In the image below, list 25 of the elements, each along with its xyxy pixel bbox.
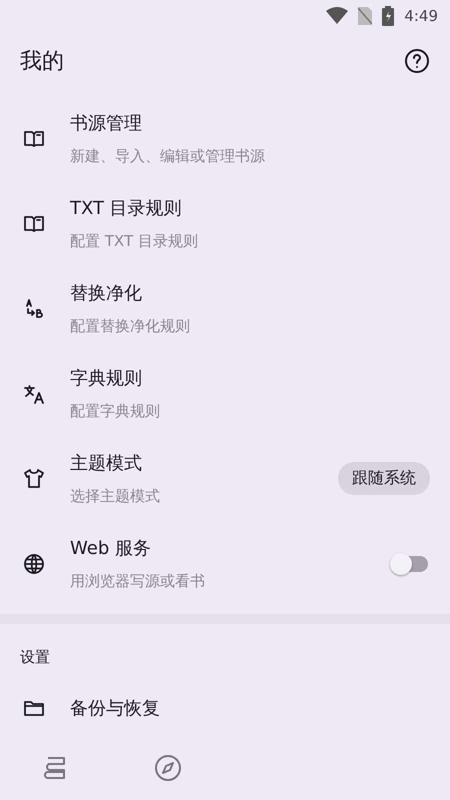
item-title[interactable]: 替换净化 xyxy=(70,281,430,305)
item-title[interactable]: 备份与恢复 xyxy=(70,696,430,720)
compass-icon[interactable] xyxy=(154,754,182,782)
item-title[interactable]: TXT 目录规则 xyxy=(70,196,430,220)
page-title: 我的 xyxy=(20,48,64,76)
item-title[interactable]: 书源管理 xyxy=(70,111,430,135)
item-subtitle: 配置替换净化规则 xyxy=(70,317,191,336)
item-subtitle: 选择主题模式 xyxy=(70,487,161,506)
theme-mode-chip[interactable]: 跟随系统 xyxy=(338,462,430,495)
battery-icon xyxy=(382,6,394,26)
item-subtitle: 用浏览器写源或看书 xyxy=(70,572,206,591)
toggle-switch[interactable] xyxy=(390,552,430,574)
shirt-icon xyxy=(22,466,46,490)
section-heading: 设置 xyxy=(19,647,51,668)
item-title[interactable]: 字典规则 xyxy=(70,366,430,390)
status-time: 4:49 xyxy=(404,7,438,25)
item-subtitle: 配置 TXT 目录规则 xyxy=(70,232,199,251)
wifi-icon xyxy=(326,7,348,25)
item-subtitle: 新建、导入、编辑或管理书源 xyxy=(70,147,266,166)
item-title[interactable]: Web 服务 xyxy=(70,536,390,560)
no-sim-icon xyxy=(358,7,372,25)
item-subtitle: 配置字典规则 xyxy=(70,402,161,421)
globe-icon xyxy=(22,552,46,576)
item-title[interactable]: 主题模式 xyxy=(70,451,338,475)
help-icon[interactable] xyxy=(404,48,430,74)
